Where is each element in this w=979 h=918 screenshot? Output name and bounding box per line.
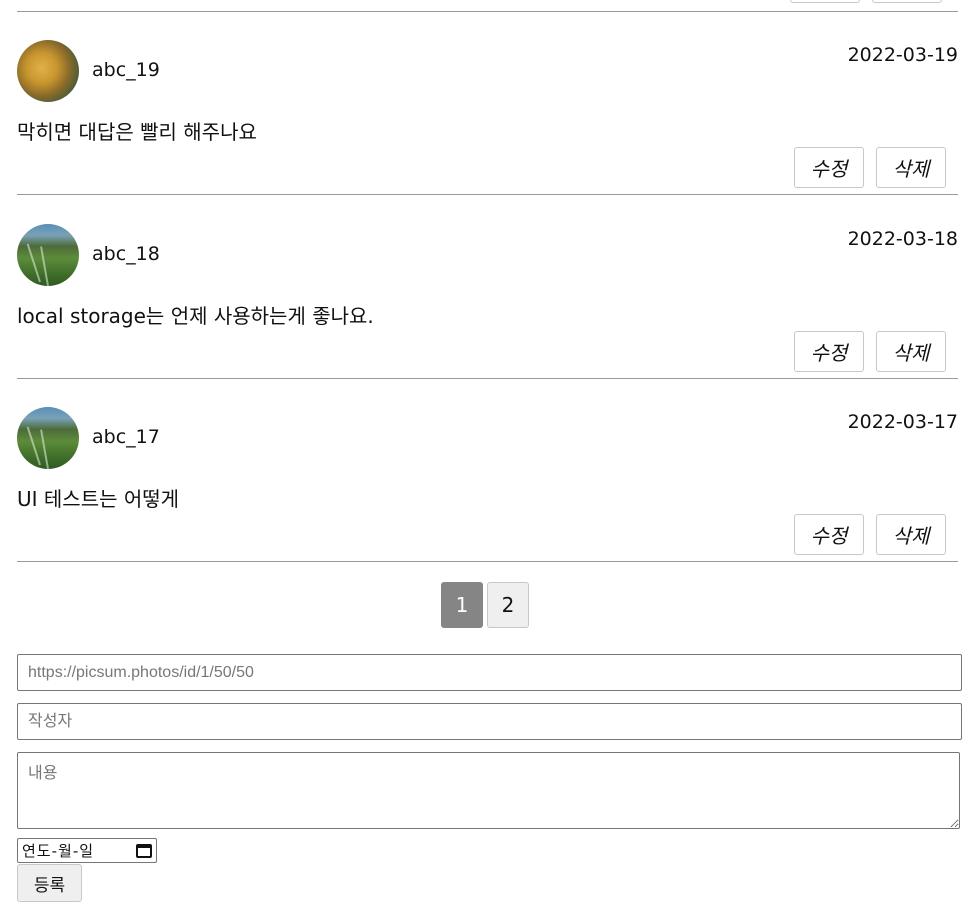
comment-actions: 수정 삭제 (794, 147, 946, 188)
comment-actions: 수정 삭제 (794, 331, 946, 372)
calendar-icon[interactable] (136, 843, 152, 858)
author-input[interactable] (17, 703, 962, 740)
date-input-value: 연도-월-일 (22, 842, 95, 860)
previous-comment-buttons: 수정 삭제 (790, 0, 942, 3)
avatar (17, 407, 79, 469)
delete-button[interactable]: 삭제 (876, 147, 946, 188)
date-input[interactable]: 연도-월-일 (17, 838, 157, 863)
comment-actions: 수정 삭제 (794, 514, 946, 555)
comment-date: 2022-03-17 (847, 411, 958, 433)
divider (17, 561, 958, 562)
pagination: 1 2 (441, 582, 529, 628)
edit-button[interactable]: 수정 (790, 0, 860, 3)
comment-author: abc_17 (92, 426, 160, 448)
comment-item: abc_17 2022-03-17 UI 테스트는 어떻게 수정 삭제 (17, 379, 958, 562)
avatar-url-input[interactable] (17, 654, 962, 691)
comment-content: 막히면 대답은 빨리 해주나요 (17, 120, 257, 144)
divider (17, 194, 958, 195)
edit-button[interactable]: 수정 (794, 147, 864, 188)
content-textarea[interactable] (17, 752, 960, 829)
delete-button[interactable]: 삭제 (872, 0, 942, 3)
comment-author: abc_19 (92, 59, 160, 81)
edit-button[interactable]: 수정 (794, 331, 864, 372)
comment-author: abc_18 (92, 243, 160, 265)
comment-date: 2022-03-19 (847, 44, 958, 66)
avatar (17, 40, 79, 102)
delete-button[interactable]: 삭제 (876, 514, 946, 555)
comment-item: abc_19 2022-03-19 막히면 대답은 빨리 해주나요 수정 삭제 (17, 12, 958, 195)
comment-content: local storage는 언제 사용하는게 좋나요. (17, 304, 374, 328)
comment-content: UI 테스트는 어떻게 (17, 487, 180, 511)
comment-list-page: 수정 삭제 abc_19 2022-03-19 막히면 대답은 빨리 해주나요 … (0, 0, 979, 918)
avatar (17, 224, 79, 286)
comment-date: 2022-03-18 (847, 228, 958, 250)
edit-button[interactable]: 수정 (794, 514, 864, 555)
comment-item: abc_18 2022-03-18 local storage는 언제 사용하는… (17, 196, 958, 379)
page-button-2[interactable]: 2 (487, 582, 529, 628)
delete-button[interactable]: 삭제 (876, 331, 946, 372)
page-button-1[interactable]: 1 (441, 582, 483, 628)
submit-button[interactable]: 등록 (17, 864, 82, 902)
